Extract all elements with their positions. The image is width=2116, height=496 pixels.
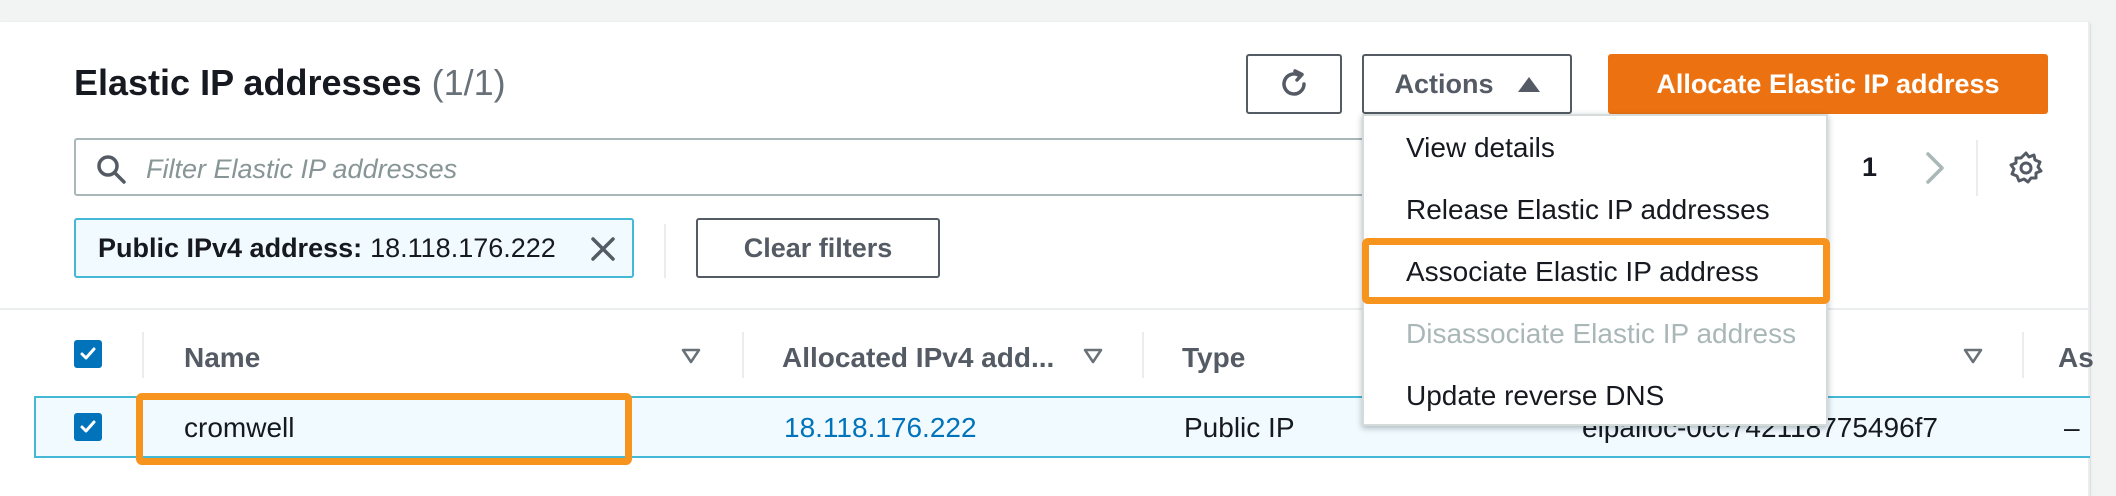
menu-item-disassociate: Disassociate Elastic IP address (1406, 318, 1797, 349)
allocate-elastic-ip-button[interactable]: Allocate Elastic IP address (1608, 54, 2048, 114)
page-title-text: Elastic IP addresses (74, 62, 422, 103)
refresh-button[interactable] (1246, 54, 1342, 114)
row-ip-link[interactable]: 18.118.176.222 (784, 412, 977, 444)
refresh-icon (1282, 69, 1306, 96)
column-divider (1142, 332, 1144, 378)
column-divider (742, 332, 744, 378)
row-association: – (2064, 412, 2080, 443)
column-header-type[interactable]: Type (1182, 342, 1245, 374)
clear-filters-label: Clear filters (743, 232, 893, 263)
actions-button-label: Actions (1394, 68, 1494, 99)
column-divider (142, 332, 144, 378)
allocate-button-label: Allocate Elastic IP address (1656, 68, 2000, 99)
filter-token: Public IPv4 address: 18.118.176.222 (74, 218, 634, 278)
caret-up-icon (1517, 76, 1540, 92)
gear-icon[interactable] (2008, 150, 2044, 186)
sort-icon[interactable] (680, 346, 702, 366)
sort-icon[interactable] (1082, 346, 1104, 366)
menu-item-update-reverse-dns[interactable]: Update reverse DNS (1406, 380, 1664, 412)
search-icon (97, 155, 126, 184)
actions-button[interactable]: Actions (1362, 54, 1572, 114)
column-header-associated[interactable]: As (2058, 342, 2094, 374)
clear-filters-button[interactable]: Clear filters (696, 218, 940, 278)
name-highlight-box (136, 393, 632, 465)
column-divider (2022, 332, 2024, 378)
item-count: (1/1) (431, 62, 506, 103)
row-type: Public IP (1184, 412, 1295, 443)
close-icon[interactable] (588, 234, 618, 264)
column-header-name[interactable]: Name (184, 342, 260, 374)
filter-token-value: 18.118.176.222 (370, 232, 556, 263)
checkbox-checked-icon (80, 347, 96, 360)
menu-item-release[interactable]: Release Elastic IP addresses (1406, 194, 1770, 226)
toolbar-divider (1976, 140, 1978, 196)
page-title: Elastic IP addresses (1/1) (74, 62, 506, 104)
row-checkbox[interactable] (74, 413, 102, 441)
search-placeholder: Filter Elastic IP addresses (146, 154, 458, 184)
checkbox-checked-icon (80, 420, 96, 433)
select-all-checkbox[interactable] (74, 340, 102, 368)
chevron-right-icon[interactable] (1920, 148, 1950, 188)
page-number[interactable]: 1 (1862, 152, 1877, 183)
column-header-allocated-ipv4[interactable]: Allocated IPv4 add... (782, 342, 1054, 374)
filter-divider (664, 224, 666, 278)
menu-item-view-details[interactable]: View details (1406, 132, 1555, 164)
associate-highlight-box (1362, 238, 1830, 304)
filter-token-key: Public IPv4 address: (98, 232, 363, 263)
sort-icon[interactable] (1962, 346, 1984, 366)
filter-search-input[interactable]: Filter Elastic IP addresses (74, 138, 1374, 196)
